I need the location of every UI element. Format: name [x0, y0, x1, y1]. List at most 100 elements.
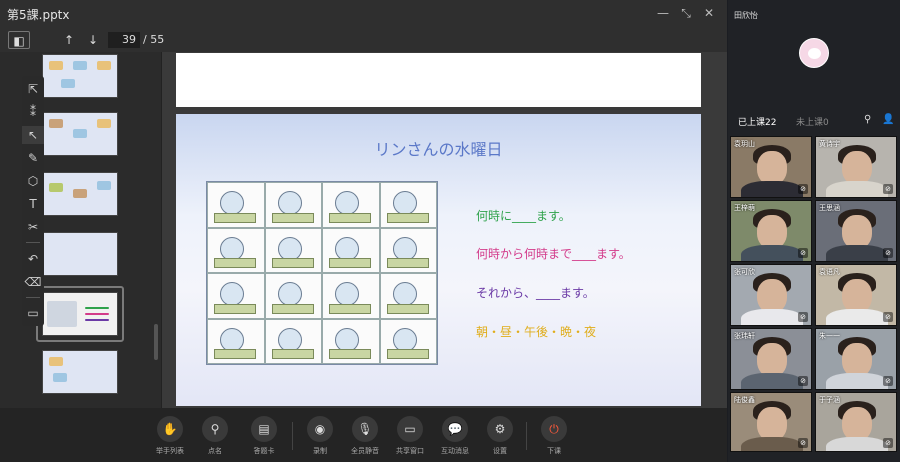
interactive-messages-button[interactable]: 💬 互动消息 [433, 416, 477, 456]
illustration-cell [264, 227, 322, 273]
tool-divider [26, 242, 40, 243]
participant-tile[interactable]: 朱一一 ⊘ [815, 328, 897, 390]
mic-muted-icon: ⊘ [883, 248, 893, 258]
close-button[interactable]: ✕ [702, 6, 716, 20]
illustration-cell [322, 182, 380, 228]
share-window-icon: ▭ [397, 416, 423, 442]
scissors-icon[interactable]: ✂ [22, 218, 44, 236]
mute-all-button[interactable]: 🎙 全员静音 [343, 416, 387, 456]
mic-muted-icon: ⊘ [798, 438, 808, 448]
mic-muted-icon: ⊘ [883, 184, 893, 194]
tab-not-joined[interactable]: 未上课0 [796, 115, 829, 128]
mic-muted-icon: ⊘ [798, 376, 808, 386]
sentence-pattern-1: 何時に____ます。 [476, 209, 571, 223]
mic-muted-icon: ⊘ [798, 312, 808, 322]
slide-thumbnail[interactable] [42, 172, 118, 216]
participant-tile[interactable]: 张可欣 ⊘ [730, 264, 812, 326]
record-icon: ◉ [307, 416, 333, 442]
mic-muted-icon: ⊘ [883, 438, 893, 448]
slide-thumbnail-current[interactable] [42, 292, 118, 336]
illustration-cell [379, 273, 437, 319]
person-icon[interactable]: 👤 [882, 114, 894, 125]
participant-tile[interactable]: 黄诗宇 ⊘ [815, 136, 897, 198]
participant-tile[interactable]: 陆俊鑫 ⊘ [730, 392, 812, 452]
raise-hand-icon: ✋ [157, 416, 183, 442]
slide-thumbnail[interactable] [42, 232, 118, 276]
participant-tabs: 已上课22 未上课0 ⚲ 👤 [728, 112, 900, 130]
page-total: / 55 [143, 33, 165, 46]
participant-tile[interactable]: 于子涵 ⊘ [815, 392, 897, 452]
host-avatar [799, 38, 829, 68]
participant-name: 袁语凡 [819, 268, 840, 276]
gear-icon: ⚙ [487, 416, 513, 442]
slide-thumbnail[interactable] [42, 112, 118, 156]
illustration-cell [207, 227, 265, 273]
participant-name: 张可欣 [734, 268, 755, 276]
search-icon[interactable]: ⚲ [864, 114, 871, 125]
participants-panel: 田欣怡 已上课22 未上课0 ⚲ 👤 袁玥山 ⊘ 黄诗宇 ⊘ 王梓萌 ⊘ 王思涵… [728, 0, 900, 462]
share-window-button[interactable]: ▭ 共享窗口 [388, 416, 432, 456]
raise-hand-list-button[interactable]: ✋ 举手列表 [148, 416, 192, 456]
illustration-cell [264, 273, 322, 319]
participant-tile[interactable]: 张玮轩 ⊘ [730, 328, 812, 390]
classroom-control-bar: ✋ 举手列表 ⚲ 点名 ▤ 答题卡 ◉ 录制 🎙 全员静音 ▭ 共享窗口 💬 互… [0, 408, 727, 462]
arrow-cursor-icon[interactable]: ↖ [22, 126, 44, 144]
illustration-cell [379, 227, 437, 273]
participant-name: 袁玥山 [734, 140, 755, 148]
text-icon[interactable]: T [22, 195, 44, 213]
shape-icon[interactable]: ⬡ [22, 172, 44, 190]
slide-thumbnail[interactable] [42, 54, 118, 98]
previous-page-button[interactable]: ↑ [60, 31, 78, 49]
mic-muted-icon: ⊘ [883, 376, 893, 386]
illustration-cell [322, 318, 380, 364]
settings-button[interactable]: ⚙ 设置 [478, 416, 522, 456]
record-button[interactable]: ◉ 录制 [298, 416, 342, 456]
illustration-cell [207, 318, 265, 364]
next-page-button[interactable]: ↓ [84, 31, 102, 49]
answer-card-icon: ▤ [251, 416, 277, 442]
participant-name: 王思涵 [819, 204, 840, 212]
illustration-cell [322, 227, 380, 273]
participant-tile[interactable]: 袁语凡 ⊘ [815, 264, 897, 326]
pen-icon[interactable]: ✎ [22, 149, 44, 167]
eraser-icon[interactable]: ⌫ [22, 273, 44, 291]
mic-muted-icon: ⊘ [798, 248, 808, 258]
annotation-tools: ⇱ ⁑ ↖ ✎ ⬡ T ✂ ↶ ⌫ ▭ [22, 76, 44, 326]
illustration-cell [207, 273, 265, 319]
slide-title: リンさんの水曜日 [374, 140, 503, 159]
sidebar-toggle-icon[interactable]: ◧ [8, 31, 30, 49]
tab-joined[interactable]: 已上课22 [738, 115, 776, 128]
restore-button[interactable]: ⤡ [679, 6, 693, 20]
participant-tile[interactable]: 王思涵 ⊘ [815, 200, 897, 262]
activity-illustration-grid [206, 181, 438, 365]
undo-icon[interactable]: ↶ [22, 250, 44, 268]
previous-slide-fragment [176, 53, 701, 107]
power-icon: ⏻ [541, 416, 567, 442]
slide-toolbar: ◧ ↑ ↓ 39 / 55 [0, 28, 727, 52]
roll-call-button[interactable]: ⚲ 点名 [193, 416, 237, 456]
slide-thumbnail[interactable] [42, 350, 118, 394]
participant-name: 黄诗宇 [819, 140, 840, 148]
roll-call-icon: ⚲ [202, 416, 228, 442]
participant-name: 陆俊鑫 [734, 396, 755, 404]
message-icon: 💬 [442, 416, 468, 442]
thumbnail-scrollbar[interactable] [154, 324, 158, 360]
illustration-cell [322, 273, 380, 319]
time-of-day-words: 朝・昼・午後・晩・夜 [476, 325, 597, 339]
toolbox-icon[interactable]: ▭ [22, 304, 44, 322]
illustration-cell [264, 182, 322, 228]
page-number-input[interactable]: 39 [108, 32, 140, 48]
mic-muted-icon: ⊘ [798, 184, 808, 194]
illustration-cell [264, 318, 322, 364]
end-class-button[interactable]: ⏻ 下课 [532, 416, 576, 456]
select-region-icon[interactable]: ⇱ [22, 80, 44, 98]
sentence-pattern-3: それから、____ます。 [476, 286, 595, 300]
participant-tile[interactable]: 袁玥山 ⊘ [730, 136, 812, 198]
answer-card-button[interactable]: ▤ 答题卡 [242, 416, 286, 456]
minimize-button[interactable]: — [656, 6, 670, 20]
control-divider [292, 422, 293, 450]
participant-tile[interactable]: 王梓萌 ⊘ [730, 200, 812, 262]
laser-pointer-icon[interactable]: ⁑ [22, 103, 44, 121]
sentence-pattern-2: 何時から何時まで____ます。 [476, 247, 631, 261]
control-divider [526, 422, 527, 450]
